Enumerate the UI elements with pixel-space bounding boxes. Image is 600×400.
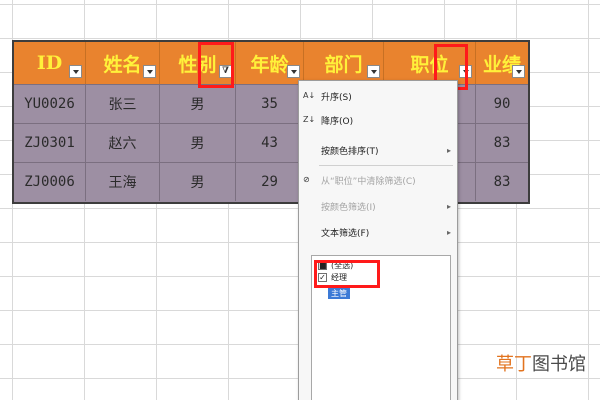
table-cell[interactable]: 赵六 <box>86 124 160 162</box>
submenu-arrow-icon: ▸ <box>446 201 451 211</box>
sort-descending-item[interactable]: Z↓ 降序(O) <box>299 109 457 131</box>
table-cell[interactable]: 90 <box>476 85 528 123</box>
table-cell[interactable]: 83 <box>476 163 528 201</box>
clear-filter-item[interactable]: ⊘ 从“职位”中清除筛选(C) <box>299 169 457 191</box>
header-label: 姓名 <box>103 53 142 76</box>
header-department[interactable]: 部门 <box>304 42 384 84</box>
menu-label: 从“职位”中清除筛选(C) <box>321 176 416 187</box>
sort-ascending-icon: A↓ <box>303 91 316 100</box>
filter-dropdown-icon[interactable] <box>367 65 380 78</box>
header-name[interactable]: 姓名 <box>86 42 160 84</box>
sort-descending-icon: Z↓ <box>303 115 316 124</box>
header-performance[interactable]: 业绩 <box>476 42 528 84</box>
menu-label: 按颜色筛选(I) <box>321 202 376 213</box>
clear-filter-icon: ⊘ <box>303 175 310 184</box>
filter-dropdown-icon[interactable] <box>287 65 300 78</box>
header-label: 部门 <box>324 53 363 76</box>
menu-label: 按颜色排序(T) <box>321 146 379 157</box>
table-cell[interactable]: 男 <box>160 85 236 123</box>
header-label: ID <box>36 52 63 74</box>
filter-dropdown-icon[interactable] <box>143 65 156 78</box>
header-label: 年龄 <box>250 53 289 76</box>
table-cell[interactable]: YU0026 <box>14 85 86 123</box>
table-cell[interactable]: 男 <box>160 124 236 162</box>
table-cell[interactable]: 29 <box>236 163 304 201</box>
filter-menu: A↓ 升序(S) Z↓ 降序(O) 按颜色排序(T) ▸ ⊘ 从“职位”中清除筛… <box>298 80 458 400</box>
submenu-arrow-icon: ▸ <box>446 227 451 237</box>
watermark-accent: 草丁 <box>496 354 532 375</box>
table-cell[interactable]: 男 <box>160 163 236 201</box>
header-age[interactable]: 年龄 <box>236 42 304 84</box>
filter-by-color-item[interactable]: 按颜色筛选(I) ▸ <box>299 195 457 217</box>
table-cell[interactable]: 张三 <box>86 85 160 123</box>
text-filter-item[interactable]: 文本筛选(F) ▸ <box>299 221 457 243</box>
menu-divider <box>319 165 453 166</box>
table-cell[interactable]: 王海 <box>86 163 160 201</box>
table-cell[interactable]: ZJ0301 <box>14 124 86 162</box>
filter-dropdown-icon[interactable] <box>512 65 525 78</box>
watermark: 草丁图书馆 <box>496 350 586 376</box>
table-cell[interactable]: ZJ0006 <box>14 163 86 201</box>
sort-by-color-item[interactable]: 按颜色排序(T) ▸ <box>299 139 457 161</box>
checkbox-highlight <box>314 260 380 288</box>
menu-label: 文本筛选(F) <box>321 228 370 239</box>
header-id[interactable]: ID <box>14 42 86 84</box>
menu-label: 升序(S) <box>321 92 352 103</box>
table-cell[interactable]: 83 <box>476 124 528 162</box>
submenu-arrow-icon: ▸ <box>446 145 451 155</box>
gender-filter-highlight <box>198 42 234 88</box>
watermark-text: 图书馆 <box>532 354 586 375</box>
table-cell[interactable]: 43 <box>236 124 304 162</box>
sort-ascending-item[interactable]: A↓ 升序(S) <box>299 85 457 107</box>
table-cell[interactable]: 35 <box>236 85 304 123</box>
filter-dropdown-icon[interactable] <box>69 65 82 78</box>
list-item-label: 主管 <box>328 287 350 299</box>
menu-label: 降序(O) <box>321 116 354 127</box>
list-item[interactable]: 主管 <box>328 286 350 300</box>
